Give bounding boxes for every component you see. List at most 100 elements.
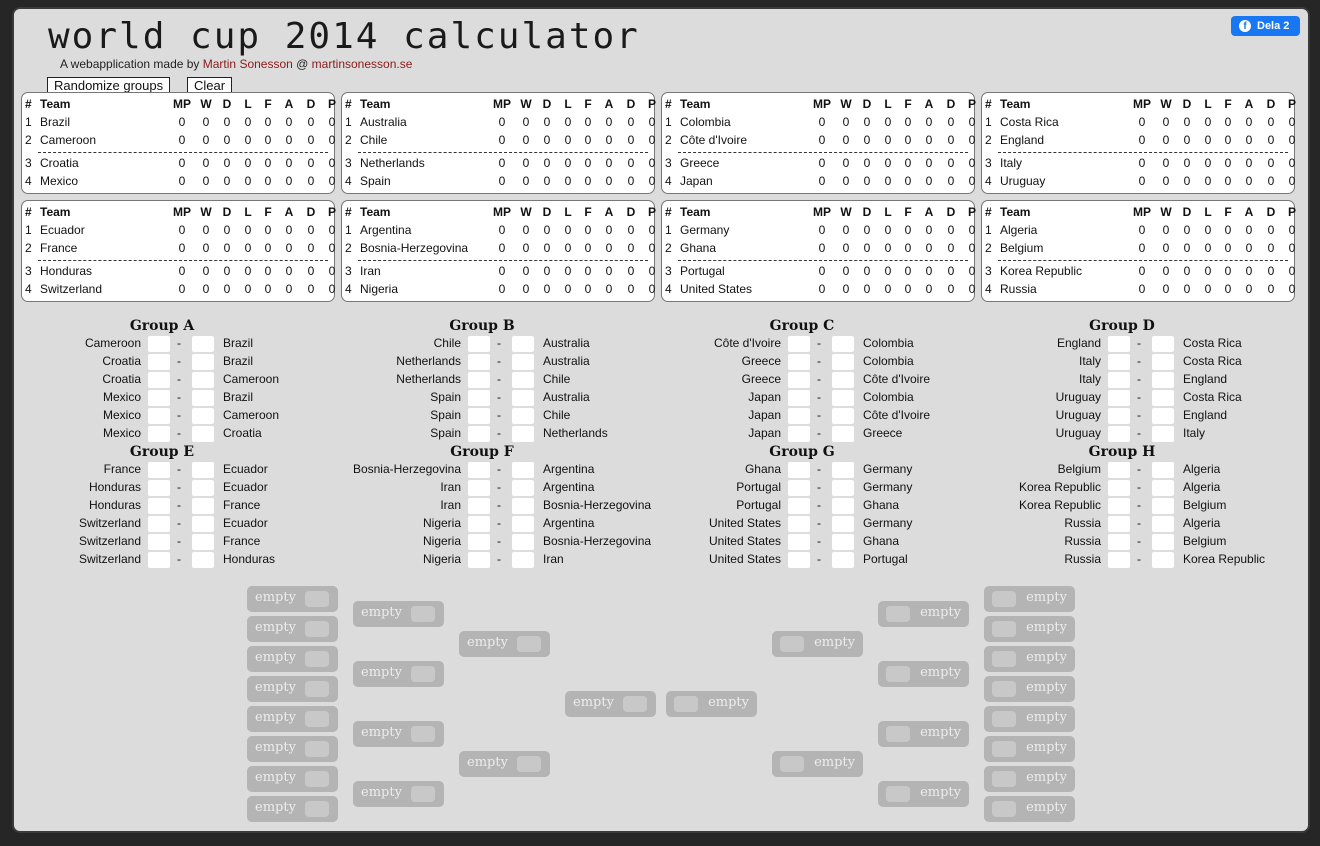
- home-score-input[interactable]: [1107, 335, 1131, 353]
- home-score-input[interactable]: [147, 389, 171, 407]
- home-score-input[interactable]: [787, 461, 811, 479]
- away-score-input[interactable]: [831, 335, 855, 353]
- away-score-input[interactable]: [511, 335, 535, 353]
- away-score-input[interactable]: [831, 533, 855, 551]
- home-score-input[interactable]: [467, 533, 491, 551]
- away-score-input[interactable]: [191, 479, 215, 497]
- facebook-share-button[interactable]: f Dela 2: [1231, 16, 1300, 36]
- slot-score-input[interactable]: [623, 696, 647, 712]
- slot-score-input[interactable]: [780, 756, 804, 772]
- home-score-input[interactable]: [787, 407, 811, 425]
- away-score-input[interactable]: [511, 425, 535, 443]
- home-score-input[interactable]: [787, 551, 811, 569]
- slot-score-input[interactable]: [886, 606, 910, 622]
- home-score-input[interactable]: [467, 335, 491, 353]
- home-score-input[interactable]: [467, 389, 491, 407]
- slot-score-input[interactable]: [992, 801, 1016, 817]
- away-score-input[interactable]: [191, 461, 215, 479]
- slot-score-input[interactable]: [992, 681, 1016, 697]
- home-score-input[interactable]: [467, 551, 491, 569]
- away-score-input[interactable]: [511, 407, 535, 425]
- away-score-input[interactable]: [831, 353, 855, 371]
- away-score-input[interactable]: [191, 353, 215, 371]
- slot-score-input[interactable]: [992, 771, 1016, 787]
- away-score-input[interactable]: [1151, 533, 1175, 551]
- home-score-input[interactable]: [1107, 497, 1131, 515]
- home-score-input[interactable]: [787, 353, 811, 371]
- away-score-input[interactable]: [191, 425, 215, 443]
- home-score-input[interactable]: [787, 497, 811, 515]
- slot-score-input[interactable]: [992, 741, 1016, 757]
- away-score-input[interactable]: [511, 353, 535, 371]
- home-score-input[interactable]: [147, 353, 171, 371]
- home-score-input[interactable]: [467, 497, 491, 515]
- away-score-input[interactable]: [1151, 407, 1175, 425]
- home-score-input[interactable]: [467, 515, 491, 533]
- away-score-input[interactable]: [1151, 515, 1175, 533]
- home-score-input[interactable]: [467, 425, 491, 443]
- home-score-input[interactable]: [467, 407, 491, 425]
- home-score-input[interactable]: [467, 461, 491, 479]
- slot-score-input[interactable]: [992, 621, 1016, 637]
- home-score-input[interactable]: [787, 533, 811, 551]
- away-score-input[interactable]: [1151, 371, 1175, 389]
- home-score-input[interactable]: [1107, 551, 1131, 569]
- home-score-input[interactable]: [787, 479, 811, 497]
- away-score-input[interactable]: [191, 497, 215, 515]
- home-score-input[interactable]: [467, 479, 491, 497]
- away-score-input[interactable]: [831, 407, 855, 425]
- home-score-input[interactable]: [147, 425, 171, 443]
- slot-score-input[interactable]: [305, 651, 329, 667]
- away-score-input[interactable]: [831, 515, 855, 533]
- slot-score-input[interactable]: [517, 756, 541, 772]
- home-score-input[interactable]: [1107, 479, 1131, 497]
- slot-score-input[interactable]: [411, 726, 435, 742]
- home-score-input[interactable]: [147, 533, 171, 551]
- slot-score-input[interactable]: [886, 786, 910, 802]
- home-score-input[interactable]: [787, 335, 811, 353]
- away-score-input[interactable]: [511, 479, 535, 497]
- home-score-input[interactable]: [787, 371, 811, 389]
- away-score-input[interactable]: [831, 425, 855, 443]
- away-score-input[interactable]: [831, 389, 855, 407]
- away-score-input[interactable]: [191, 389, 215, 407]
- away-score-input[interactable]: [191, 551, 215, 569]
- slot-score-input[interactable]: [886, 726, 910, 742]
- slot-score-input[interactable]: [992, 651, 1016, 667]
- away-score-input[interactable]: [191, 407, 215, 425]
- slot-score-input[interactable]: [305, 801, 329, 817]
- away-score-input[interactable]: [191, 371, 215, 389]
- home-score-input[interactable]: [1107, 407, 1131, 425]
- slot-score-input[interactable]: [411, 606, 435, 622]
- away-score-input[interactable]: [831, 497, 855, 515]
- home-score-input[interactable]: [1107, 371, 1131, 389]
- away-score-input[interactable]: [1151, 353, 1175, 371]
- slot-score-input[interactable]: [411, 666, 435, 682]
- away-score-input[interactable]: [191, 533, 215, 551]
- home-score-input[interactable]: [147, 551, 171, 569]
- slot-score-input[interactable]: [517, 636, 541, 652]
- home-score-input[interactable]: [147, 371, 171, 389]
- away-score-input[interactable]: [511, 551, 535, 569]
- away-score-input[interactable]: [1151, 389, 1175, 407]
- home-score-input[interactable]: [1107, 389, 1131, 407]
- home-score-input[interactable]: [147, 515, 171, 533]
- slot-score-input[interactable]: [305, 711, 329, 727]
- away-score-input[interactable]: [511, 461, 535, 479]
- away-score-input[interactable]: [1151, 479, 1175, 497]
- away-score-input[interactable]: [191, 335, 215, 353]
- home-score-input[interactable]: [787, 515, 811, 533]
- home-score-input[interactable]: [467, 371, 491, 389]
- away-score-input[interactable]: [511, 371, 535, 389]
- away-score-input[interactable]: [1151, 551, 1175, 569]
- home-score-input[interactable]: [1107, 425, 1131, 443]
- slot-score-input[interactable]: [992, 711, 1016, 727]
- away-score-input[interactable]: [831, 479, 855, 497]
- home-score-input[interactable]: [147, 335, 171, 353]
- slot-score-input[interactable]: [411, 786, 435, 802]
- slot-score-input[interactable]: [305, 741, 329, 757]
- away-score-input[interactable]: [831, 371, 855, 389]
- away-score-input[interactable]: [1151, 461, 1175, 479]
- away-score-input[interactable]: [511, 389, 535, 407]
- slot-score-input[interactable]: [305, 681, 329, 697]
